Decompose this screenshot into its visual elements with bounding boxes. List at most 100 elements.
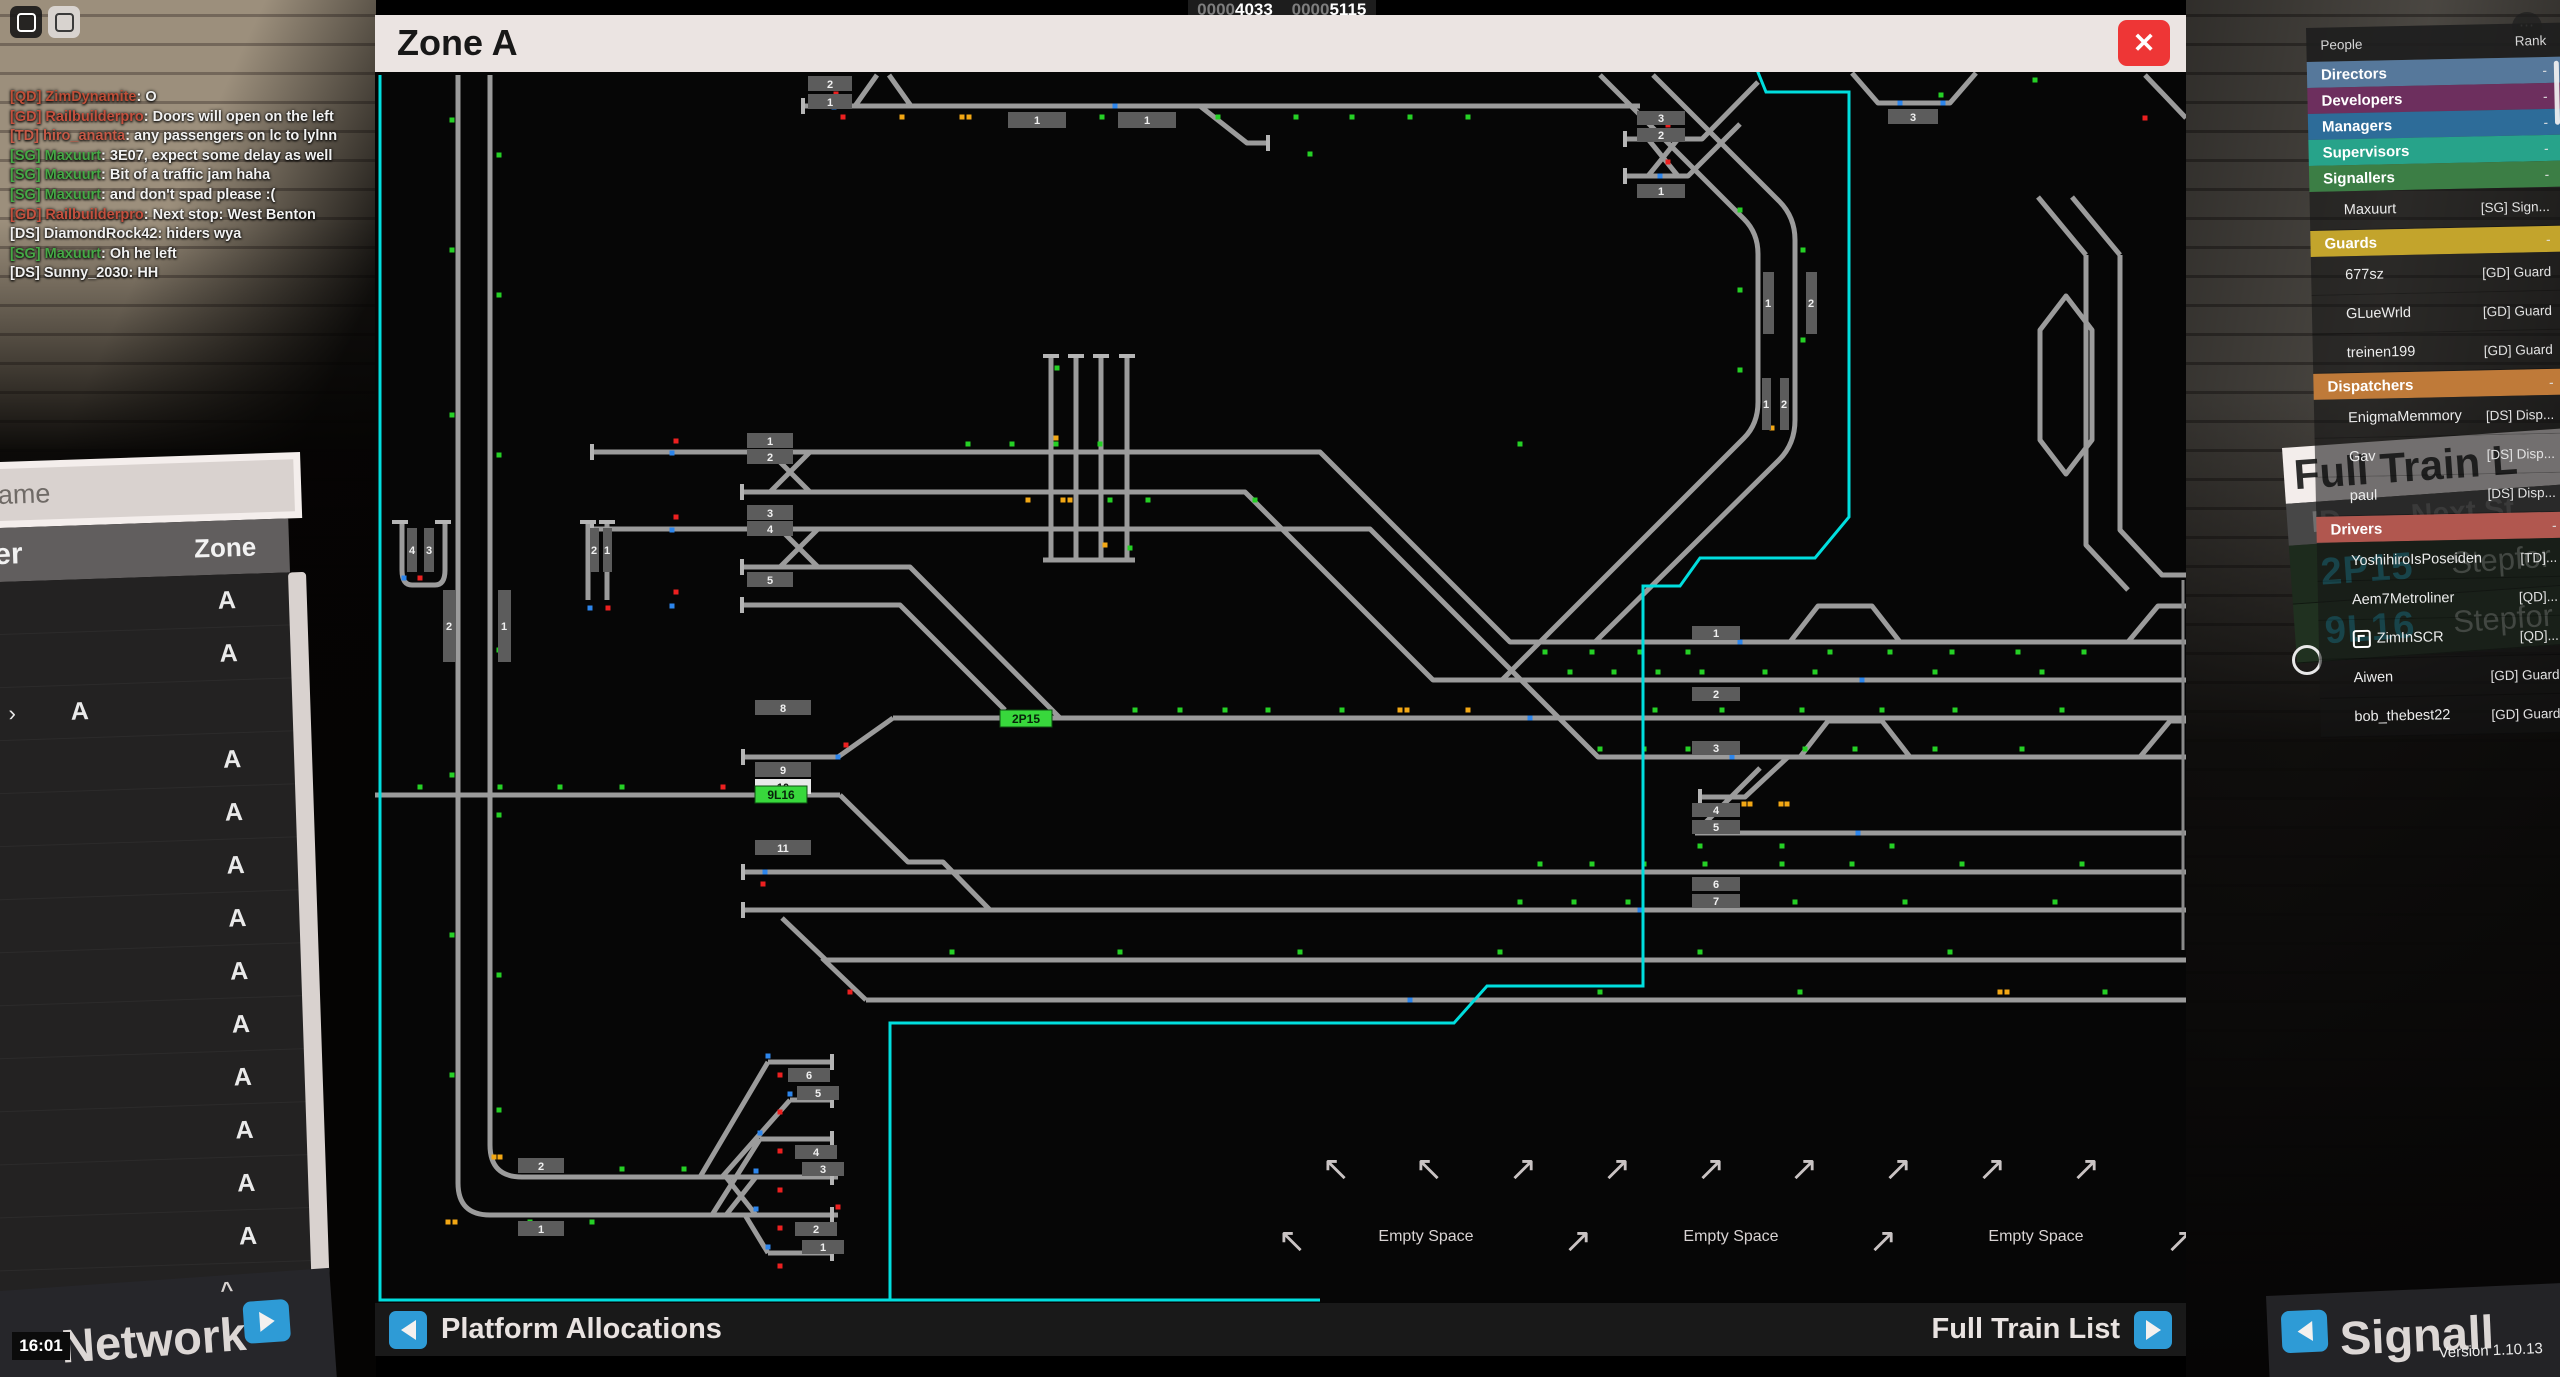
version-label: Version 1.10.13 xyxy=(2438,1340,2543,1362)
arrow-left-icon xyxy=(401,1320,416,1340)
train-select-circle[interactable] xyxy=(2292,645,2322,675)
signals-layer[interactable] xyxy=(402,72,2148,1269)
svg-text:3: 3 xyxy=(1713,743,1719,755)
signaller-back-button[interactable] xyxy=(2281,1309,2329,1353)
full-train-list-button[interactable] xyxy=(2134,1311,2172,1349)
platform-allocations-button[interactable] xyxy=(389,1311,427,1349)
svg-text:9L16: 9L16 xyxy=(767,788,795,802)
column-people: People xyxy=(2320,36,2362,52)
people-rows[interactable]: Directors-Developers-Managers-Supervisor… xyxy=(2307,57,2560,738)
roblox-menu-icon[interactable] xyxy=(10,6,42,38)
zone-window-bottombar: Platform Allocations Full Train List xyxy=(375,1303,2186,1356)
chat-message: [SG] Maxuurt: 3E07, expect some delay as… xyxy=(10,147,362,167)
svg-text:Empty Space: Empty Space xyxy=(1988,1228,2083,1245)
people-member-row[interactable]: Aiwen[GD] Guard xyxy=(2319,655,2560,699)
chat-message: [DS] Sunny_2030: HH xyxy=(10,264,362,284)
platform-labels: 2 1 1 1 3 2 1 3 1 2 1 2 2 1 4 3 2 1 1 2 xyxy=(407,76,1938,1254)
svg-text:11: 11 xyxy=(777,843,789,855)
network-next-button[interactable] xyxy=(242,1299,291,1344)
network-title: Network xyxy=(59,1306,248,1374)
column-rank: Rank xyxy=(2515,32,2547,48)
signaller-panel: Signall Version 1.10.13 xyxy=(2266,1283,2560,1377)
svg-text:1: 1 xyxy=(604,545,610,557)
people-member-row[interactable]: bob_thebest22[GD] Guard xyxy=(2320,694,2560,738)
svg-text:↗: ↗ xyxy=(1790,1149,1819,1189)
chat-message: [QD] ZimDynamite: O xyxy=(10,88,362,108)
people-member-row[interactable]: Maxuurt[SG] Sign... xyxy=(2309,187,2560,231)
premium-icon xyxy=(2353,630,2371,648)
signalling-diagram[interactable]: 2 1 1 1 3 2 1 3 1 2 1 2 2 1 4 3 2 1 1 2 xyxy=(375,72,2186,1303)
zone-table-body[interactable]: AA›AAAAAAAAAAAA xyxy=(0,572,315,1325)
search-input[interactable] xyxy=(0,459,295,523)
column-dispatcher: tcher xyxy=(0,533,162,574)
svg-text:4: 4 xyxy=(1713,805,1720,817)
svg-text:↗: ↗ xyxy=(2072,1149,2101,1189)
svg-text:↗: ↗ xyxy=(2166,1221,2186,1261)
svg-text:2: 2 xyxy=(1713,689,1719,701)
svg-text:7: 7 xyxy=(1713,896,1719,908)
chat-message: [GD] Railbuilderpro: Next stop: West Ben… xyxy=(10,206,362,226)
search-box xyxy=(0,452,302,530)
svg-text:2: 2 xyxy=(1781,399,1787,411)
svg-text:↗: ↗ xyxy=(1978,1149,2007,1189)
people-member-row[interactable]: Aem7Metroliner[QD]... xyxy=(2318,577,2560,621)
people-member-row[interactable]: EnigmaMemmory[DS] Disp... xyxy=(2314,395,2560,439)
people-member-row[interactable]: paul[DS] Disp... xyxy=(2315,473,2560,517)
people-member-row[interactable]: YoshihiroIsPoseiden[TD]... xyxy=(2317,538,2560,582)
svg-text:4: 4 xyxy=(767,524,774,536)
svg-text:1: 1 xyxy=(1765,298,1771,310)
zone-window-titlebar: Zone A ✕ xyxy=(375,15,2186,72)
people-member-row[interactable]: Gav[DS] Disp... xyxy=(2315,434,2560,478)
svg-text:5: 5 xyxy=(1713,822,1719,834)
svg-text:9: 9 xyxy=(780,765,786,777)
chat-messages[interactable]: [QD] ZimDynamite: O [GD] Railbuilderpro: … xyxy=(10,88,362,284)
svg-text:3: 3 xyxy=(1910,112,1916,124)
svg-text:1: 1 xyxy=(1658,186,1664,198)
svg-text:↖: ↖ xyxy=(1278,1221,1307,1261)
svg-text:1: 1 xyxy=(1034,115,1040,127)
platform-allocations-label: Platform Allocations xyxy=(441,1313,722,1346)
svg-text:1: 1 xyxy=(501,621,507,633)
people-member-row[interactable]: 677sz[GD] Guard xyxy=(2311,252,2560,296)
svg-text:↗: ↗ xyxy=(1603,1149,1632,1189)
svg-text:2: 2 xyxy=(446,621,452,633)
chat-message: [SG] Maxuurt: Oh he left xyxy=(10,245,362,265)
people-member-row[interactable]: GLueWrld[GD] Guard xyxy=(2312,291,2560,335)
svg-text:2: 2 xyxy=(591,545,597,557)
svg-text:8: 8 xyxy=(780,703,786,715)
people-member-row[interactable]: ZimInSCR[QD]... xyxy=(2318,616,2560,660)
svg-text:3: 3 xyxy=(426,545,432,557)
svg-text:2P15: 2P15 xyxy=(1012,712,1040,726)
chat-message: [SG] Maxuurt: and don't spad please :( xyxy=(10,186,362,206)
people-member-row[interactable]: treinen199[GD] Guard xyxy=(2312,330,2560,374)
svg-text:Empty Space: Empty Space xyxy=(1378,1228,1473,1245)
svg-text:2: 2 xyxy=(1808,298,1814,310)
svg-text:5: 5 xyxy=(767,575,773,587)
svg-text:2: 2 xyxy=(1658,130,1664,142)
svg-text:1: 1 xyxy=(1713,628,1719,640)
chat-message: [SG] Maxuurt: Bit of a traffic jam haha xyxy=(10,166,362,186)
svg-text:4: 4 xyxy=(813,1147,820,1159)
chat-message: [TD] hiro_ananta: any passengers on lc t… xyxy=(10,127,362,147)
svg-text:3: 3 xyxy=(1658,113,1664,125)
full-train-list-label: Full Train List xyxy=(1931,1313,2120,1346)
game-clock: 16:01 xyxy=(12,1332,70,1360)
svg-text:6: 6 xyxy=(806,1070,812,1082)
svg-text:1: 1 xyxy=(1763,399,1769,411)
svg-text:↗: ↗ xyxy=(1564,1221,1593,1261)
svg-text:5: 5 xyxy=(815,1088,821,1100)
caret-up-icon: ^ xyxy=(220,1277,235,1304)
svg-text:2: 2 xyxy=(538,1161,544,1173)
signalling-diagram-canvas[interactable]: 2 1 1 1 3 2 1 3 1 2 1 2 2 1 4 3 2 1 1 2 xyxy=(375,72,2186,1303)
arrow-right-icon xyxy=(259,1311,275,1332)
people-panel-header: People Rank xyxy=(2306,23,2560,62)
svg-text:4: 4 xyxy=(409,545,416,557)
page-title: Zone A xyxy=(375,15,2186,71)
capture-icon[interactable] xyxy=(48,6,80,38)
svg-text:3: 3 xyxy=(767,508,773,520)
svg-text:6: 6 xyxy=(1713,879,1719,891)
close-button[interactable]: ✕ xyxy=(2118,20,2170,66)
arrow-right-icon xyxy=(2146,1320,2161,1340)
zone-boundary-line xyxy=(380,72,1849,1300)
empty-space-labels: Empty Space Empty Space Empty Space xyxy=(1378,1228,2083,1245)
